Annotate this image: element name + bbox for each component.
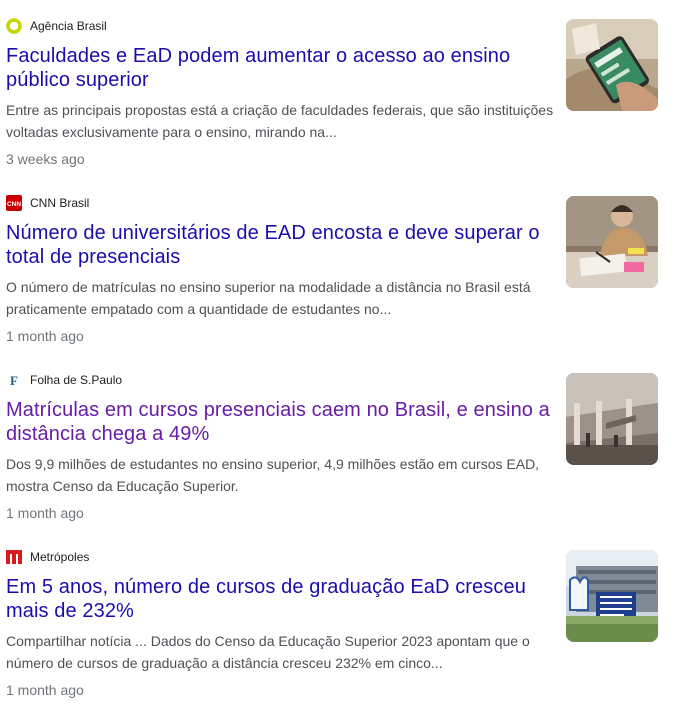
article-snippet: Dos 9,9 milhões de estudantes no ensino … — [6, 456, 540, 494]
article-time: 3 weeks ago — [6, 151, 85, 167]
source-row: CNN CNN Brasil — [6, 193, 554, 213]
source-name: Agência Brasil — [30, 19, 107, 33]
article-snippet: O número de matrículas no ensino superio… — [6, 279, 531, 317]
article-headline-link[interactable]: Faculdades e EaD podem aumentar o acesso… — [6, 44, 554, 92]
metropoles-logo-icon — [6, 549, 22, 565]
cnn-logo-text: CNN — [7, 201, 21, 208]
news-article[interactable]: Agência Brasil Faculdades e EaD podem au… — [0, 9, 678, 186]
student-studying-thumbnail[interactable] — [566, 196, 658, 288]
source-row: F Folha de S.Paulo — [6, 370, 554, 390]
cnn-logo-icon: CNN — [6, 195, 22, 211]
phone-in-hand-thumbnail[interactable] — [566, 19, 658, 111]
agencia-brasil-logo-icon — [6, 18, 22, 34]
source-name: Metrópoles — [30, 550, 90, 564]
news-article[interactable]: F Folha de S.Paulo Matrículas em cursos … — [0, 363, 678, 540]
campus-building-thumbnail[interactable] — [566, 373, 658, 465]
news-article[interactable]: CNN CNN Brasil Número de universitários … — [0, 186, 678, 363]
article-text: CNN CNN Brasil Número de universitários … — [6, 186, 554, 347]
article-time: 1 month ago — [6, 682, 84, 698]
source-name: CNN Brasil — [30, 196, 90, 210]
source-row: Agência Brasil — [6, 16, 554, 36]
article-text: F Folha de S.Paulo Matrículas em cursos … — [6, 363, 554, 524]
inep-building-thumbnail[interactable] — [566, 550, 658, 642]
article-snippet: Compartilhar notícia ... Dados do Censo … — [6, 633, 530, 671]
news-article[interactable]: Metrópoles Em 5 anos, número de cursos d… — [0, 540, 678, 717]
article-snippet: Entre as principais propostas está a cri… — [6, 102, 554, 140]
article-headline-link[interactable]: Em 5 anos, número de cursos de graduação… — [6, 575, 554, 623]
article-text: Metrópoles Em 5 anos, número de cursos d… — [6, 540, 554, 701]
folha-logo-text: F — [10, 373, 18, 388]
article-text: Agência Brasil Faculdades e EaD podem au… — [6, 9, 554, 170]
article-headline-link[interactable]: Matrículas em cursos presenciais caem no… — [6, 398, 554, 446]
article-headline-link[interactable]: Número de universitários de EAD encosta … — [6, 221, 554, 269]
source-row: Metrópoles — [6, 547, 554, 567]
article-time: 1 month ago — [6, 505, 84, 521]
article-time: 1 month ago — [6, 328, 84, 344]
folha-logo-icon: F — [6, 372, 22, 388]
source-name: Folha de S.Paulo — [30, 373, 123, 387]
